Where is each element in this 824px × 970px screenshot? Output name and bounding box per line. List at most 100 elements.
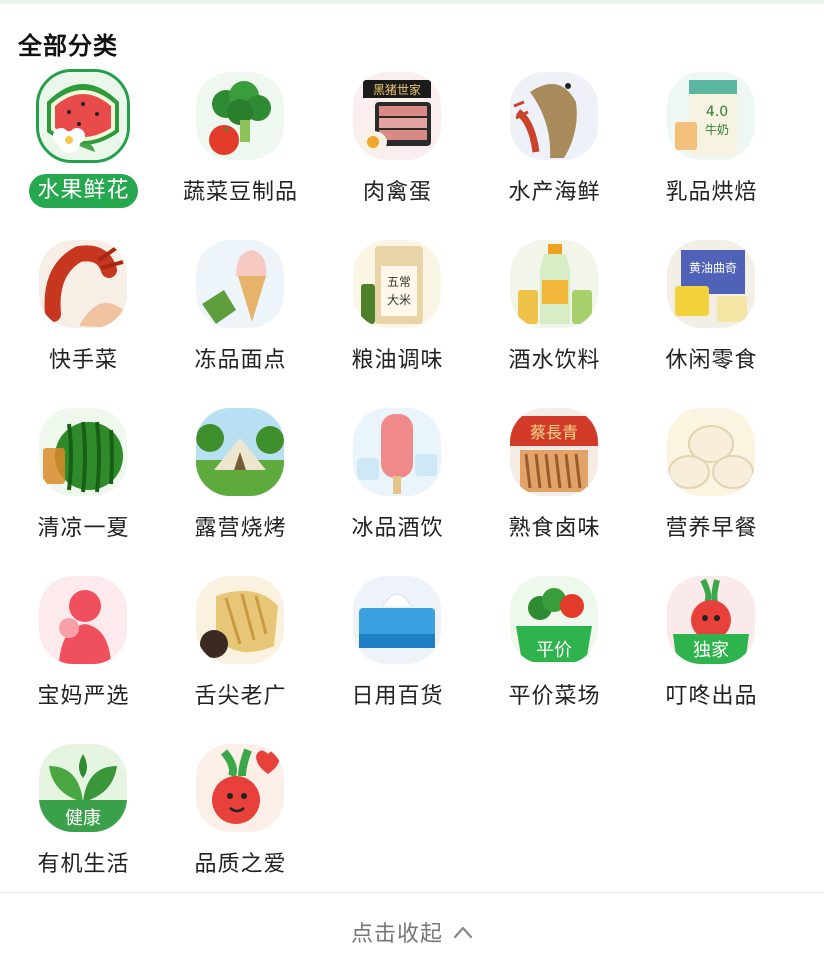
category-label: 熟食卤味	[508, 516, 601, 541]
radish-heart-icon	[196, 744, 284, 832]
ice-cream-cone-icon	[196, 240, 284, 328]
panel-title: 全部分类	[18, 32, 118, 60]
category-label: 冰品酒饮	[351, 516, 444, 541]
category-item[interactable]: 蔡長青 熟食卤味	[476, 404, 633, 572]
category-item[interactable]: 4.0 牛奶 乳品烘焙	[633, 68, 790, 236]
category-item[interactable]: 日用百货	[319, 572, 476, 740]
milk-bread-icon: 4.0 牛奶	[667, 72, 755, 160]
braised-food-icon: 蔡長青	[510, 408, 598, 496]
category-label-wrap: 舌尖老广	[162, 678, 319, 710]
category-item[interactable]: 冰品酒饮	[319, 404, 476, 572]
category-label-wrap: 清凉一夏	[5, 510, 162, 542]
category-label-wrap: 露营烧烤	[162, 510, 319, 542]
category-label-wrap: 熟食卤味	[476, 510, 633, 542]
category-label: 水果鲜花	[29, 174, 138, 208]
meat-egg-icon: 黑猪世家	[353, 72, 441, 160]
category-label: 露营烧烤	[194, 516, 287, 541]
category-item[interactable]: 品质之爱	[162, 740, 319, 908]
category-label: 叮咚出品	[665, 684, 758, 709]
category-label-wrap: 粮油调味	[319, 342, 476, 374]
category-label-wrap: 有机生活	[5, 846, 162, 878]
category-label: 快手菜	[48, 348, 118, 373]
collapse-button[interactable]: 点击收起	[0, 893, 824, 970]
svg-text:牛奶: 牛奶	[705, 122, 729, 137]
category-item[interactable]: 水产海鲜	[476, 68, 633, 236]
category-item[interactable]: 酒水饮料	[476, 236, 633, 404]
category-item[interactable]: 蔬菜豆制品	[162, 68, 319, 236]
category-label: 肉禽蛋	[362, 180, 432, 205]
category-label: 平价菜场	[508, 684, 601, 709]
category-item[interactable]: 冻品面点	[162, 236, 319, 404]
category-grid: 水果鲜花 蔬菜豆制品 黑猪世家 肉禽蛋 水产海鲜 4.0 牛奶 乳品烘焙 快手菜…	[5, 68, 790, 908]
category-item[interactable]: 露营烧烤	[162, 404, 319, 572]
steamed-buns-icon	[667, 408, 755, 496]
radish-mascot-exclusive-icon: 独家	[667, 576, 755, 664]
mother-baby-icon	[39, 576, 127, 664]
category-panel: 全部分类 水果鲜花 蔬菜豆制品 黑猪世家 肉禽蛋 水产海鲜 4.0 牛奶 乳品烘…	[0, 4, 824, 966]
category-item[interactable]: 舌尖老广	[162, 572, 319, 740]
category-badge: 平价	[536, 640, 572, 661]
category-label-wrap: 快手菜	[5, 342, 162, 374]
category-item[interactable]: 独家 叮咚出品	[633, 572, 790, 740]
category-label-wrap: 蔬菜豆制品	[162, 174, 319, 206]
organic-leaf-icon: 健康	[39, 744, 127, 832]
svg-text:五常: 五常	[387, 275, 411, 289]
category-label: 营养早餐	[665, 516, 758, 541]
category-label: 蔬菜豆制品	[182, 180, 298, 205]
category-label: 宝妈严选	[37, 684, 130, 709]
category-label: 粮油调味	[351, 348, 444, 373]
category-item[interactable]: 快手菜	[5, 236, 162, 404]
svg-text:黑猪世家: 黑猪世家	[373, 82, 421, 97]
tissue-box-icon	[353, 576, 441, 664]
category-item[interactable]: 黄油曲奇 休闲零食	[633, 236, 790, 404]
watermelon-tea-icon	[39, 408, 127, 496]
category-item[interactable]: 清凉一夏	[5, 404, 162, 572]
category-label: 冻品面点	[194, 348, 287, 373]
category-item[interactable]: 五常 大米 粮油调味	[319, 236, 476, 404]
category-label-wrap: 叮咚出品	[633, 678, 790, 710]
svg-text:黄油曲奇: 黄油曲奇	[689, 261, 737, 275]
veg-basket-affordable-icon: 平价	[510, 576, 598, 664]
category-label: 日用百货	[351, 684, 444, 709]
category-label-wrap: 日用百货	[319, 678, 476, 710]
category-badge: 健康	[65, 808, 101, 829]
snacks-box-icon: 黄油曲奇	[667, 240, 755, 328]
category-item[interactable]: 宝妈严选	[5, 572, 162, 740]
drinks-bottles-icon	[510, 240, 598, 328]
category-label-wrap: 水产海鲜	[476, 174, 633, 206]
category-label-wrap: 水果鲜花	[5, 174, 162, 208]
ice-pop-icon	[353, 408, 441, 496]
svg-text:大米: 大米	[387, 293, 411, 307]
category-item[interactable]: 营养早餐	[633, 404, 790, 572]
category-label: 品质之爱	[194, 852, 287, 877]
category-label-wrap: 乳品烘焙	[633, 174, 790, 206]
category-label-wrap: 休闲零食	[633, 342, 790, 374]
svg-text:蔡長青: 蔡長青	[530, 423, 578, 442]
category-label-wrap: 宝妈严选	[5, 678, 162, 710]
crawfish-icon	[39, 240, 127, 328]
collapse-label: 点击收起	[350, 921, 443, 947]
camping-tent-icon	[196, 408, 284, 496]
svg-text:4.0: 4.0	[706, 104, 728, 120]
fish-lobster-icon	[510, 72, 598, 160]
chevron-up-icon	[453, 926, 473, 938]
category-label: 清凉一夏	[37, 516, 130, 541]
category-item[interactable]: 黑猪世家 肉禽蛋	[319, 68, 476, 236]
category-label-wrap: 营养早餐	[633, 510, 790, 542]
category-label: 水产海鲜	[508, 180, 601, 205]
category-label-wrap: 冰品酒饮	[319, 510, 476, 542]
category-item[interactable]: 水果鲜花	[5, 68, 162, 236]
rice-bag-icon: 五常 大米	[353, 240, 441, 328]
category-label: 酒水饮料	[508, 348, 601, 373]
category-item[interactable]: 健康 有机生活	[5, 740, 162, 908]
category-badge: 独家	[693, 640, 729, 661]
category-label-wrap: 冻品面点	[162, 342, 319, 374]
roast-goose-icon	[196, 576, 284, 664]
category-label: 乳品烘焙	[665, 180, 758, 205]
category-label-wrap: 酒水饮料	[476, 342, 633, 374]
category-label: 舌尖老广	[194, 684, 287, 709]
watermelon-flower-icon	[36, 69, 130, 163]
category-item[interactable]: 平价 平价菜场	[476, 572, 633, 740]
category-label: 有机生活	[37, 852, 130, 877]
category-label-wrap: 肉禽蛋	[319, 174, 476, 206]
